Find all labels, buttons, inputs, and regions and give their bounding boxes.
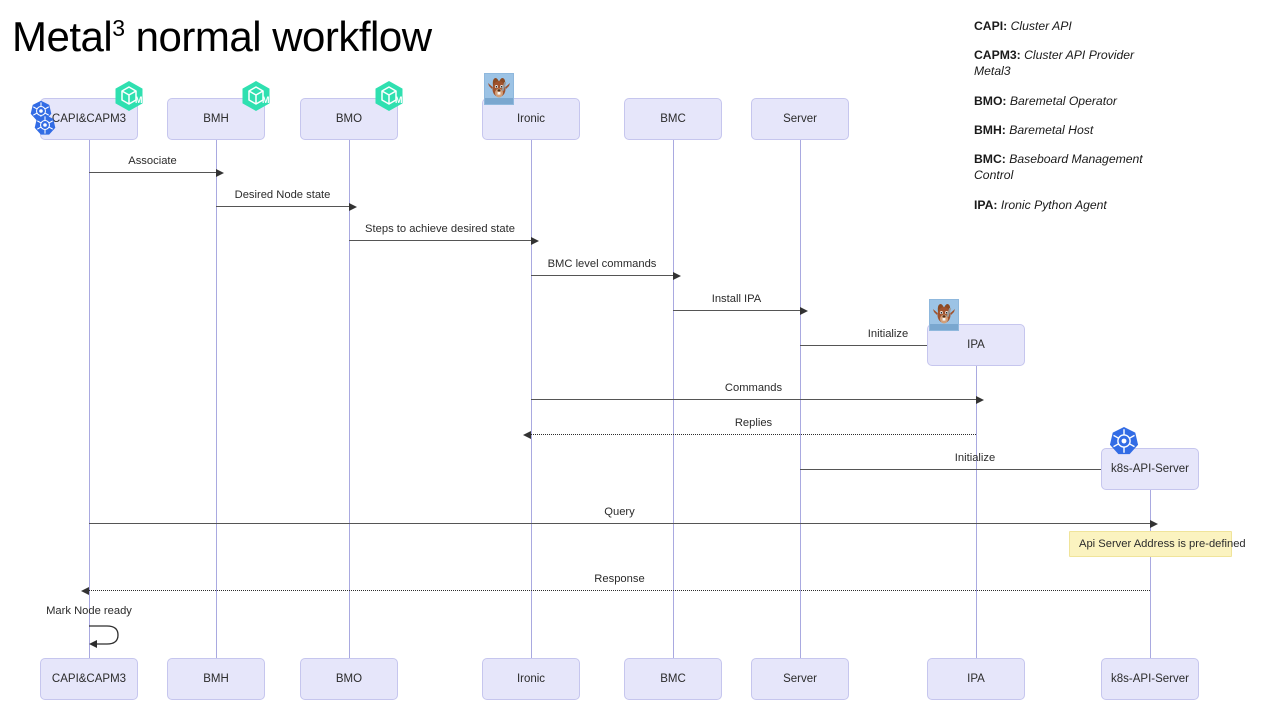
legend-term: BMC: <box>974 152 1006 167</box>
legend-term: CAPI: <box>974 19 1008 33</box>
svg-text:M: M <box>262 95 270 105</box>
participant-label: k8s-API-Server <box>1111 463 1189 475</box>
svg-text:M: M <box>395 95 403 105</box>
participant-box-server-top[interactable]: Server <box>751 98 849 140</box>
page-title-superscript: 3 <box>112 15 125 41</box>
legend-definition: Baremetal Operator <box>1009 93 1117 108</box>
message-label: Response <box>594 573 645 585</box>
participant-label: BMH <box>203 673 229 685</box>
legend-item-capi: CAPI: Cluster API <box>974 18 1154 34</box>
arrowhead-icon <box>531 236 539 245</box>
message-arrow <box>89 168 224 177</box>
arrowhead-icon <box>523 430 531 439</box>
lifeline-bmo <box>349 140 350 658</box>
participant-label: CAPI&CAPM3 <box>51 113 127 125</box>
participant-label: IPA <box>967 673 985 685</box>
message-label: Initialize <box>867 328 909 340</box>
arrowhead-icon <box>673 271 681 280</box>
kubernetes-icon <box>1109 426 1139 456</box>
legend-definition: Baremetal Host <box>1009 122 1094 137</box>
participant-box-bmc-bottom[interactable]: BMC <box>624 658 722 700</box>
svg-text:M: M <box>135 95 143 105</box>
kubernetes-icon <box>34 114 56 136</box>
participant-label: Ironic <box>516 673 546 685</box>
message-label: Commands <box>724 382 783 394</box>
arrowhead-icon <box>976 395 984 404</box>
participant-label: BMC <box>660 673 686 685</box>
message-arrow <box>81 586 1150 595</box>
legend-item-bmo: BMO: Baremetal Operator <box>974 93 1154 109</box>
legend-term: IPA: <box>974 197 998 212</box>
legend-term: BMH: <box>974 122 1006 137</box>
message-arrow <box>523 430 976 439</box>
message-arrow <box>531 271 681 280</box>
arrowhead-icon <box>800 306 808 315</box>
legend: CAPI: Cluster API CAPM3: Cluster API Pro… <box>974 18 1154 226</box>
legend-term: BMO: <box>974 93 1007 108</box>
message-label: Replies <box>734 417 773 429</box>
legend-item-ipa: IPA: Ironic Python Agent <box>974 197 1154 213</box>
message-arrow <box>216 202 357 211</box>
participant-label: IPA <box>967 339 985 351</box>
participant-box-bmo-bottom[interactable]: BMO <box>300 658 398 700</box>
participant-box-server-bottom[interactable]: Server <box>751 658 849 700</box>
message-arrow <box>673 306 808 315</box>
message-arrow <box>800 465 1158 474</box>
arrowhead-icon <box>81 586 89 595</box>
lifeline-ipa <box>976 366 977 658</box>
self-message-label: Mark Node ready <box>46 605 132 617</box>
participant-box-bmh-bottom[interactable]: BMH <box>167 658 265 700</box>
ironic-beaver-icon <box>929 299 959 331</box>
message-arrow <box>531 395 984 404</box>
note-box: Api Server Address is pre-defined <box>1069 531 1246 557</box>
participant-label: BMO <box>335 673 363 685</box>
message-label: Associate <box>128 155 177 167</box>
arrowhead-icon <box>216 168 224 177</box>
legend-item-bmc: BMC: Baseboard Management Control <box>974 151 1154 183</box>
message-label: Query <box>604 506 635 518</box>
message-label: Install IPA <box>711 293 762 305</box>
message-label: Desired Node state <box>234 189 331 201</box>
message-arrow <box>89 519 1158 528</box>
page-title-rest: normal workflow <box>124 13 432 60</box>
message-label: BMC level commands <box>547 258 657 270</box>
legend-term: CAPM3: <box>974 48 1021 63</box>
self-message-loop <box>87 620 127 655</box>
participant-label: CAPI&CAPM3 <box>51 673 127 685</box>
lifeline-capi <box>89 140 90 658</box>
participant-label: BMH <box>203 113 229 125</box>
message-label: Initialize <box>954 452 996 464</box>
participant-label: BMO <box>335 113 363 125</box>
legend-item-capm3: CAPM3: Cluster API Provider Metal3 <box>974 47 1154 79</box>
participant-box-k8s-bottom[interactable]: k8s-API-Server <box>1101 658 1199 700</box>
message-label: Steps to achieve desired state <box>365 223 515 235</box>
metal3-icon: M <box>374 80 404 112</box>
legend-definition: Ironic Python Agent <box>1000 197 1107 212</box>
ironic-beaver-icon <box>484 73 514 105</box>
page-title: Metal3 normal workflow <box>12 16 432 58</box>
metal3-icon: M <box>114 80 144 112</box>
lifeline-k8s <box>1150 490 1151 658</box>
participant-label: BMC <box>660 113 686 125</box>
participant-box-capi-bottom[interactable]: CAPI&CAPM3 <box>40 658 138 700</box>
participant-box-bmc-top[interactable]: BMC <box>624 98 722 140</box>
legend-definition: Cluster API <box>1010 19 1072 33</box>
lifeline-bmh <box>216 140 217 658</box>
page-title-main: Metal <box>12 13 113 60</box>
participant-label: Server <box>783 113 817 125</box>
participant-box-ironic-bottom[interactable]: Ironic <box>482 658 580 700</box>
arrowhead-icon <box>349 202 357 211</box>
participant-label: Server <box>783 673 817 685</box>
metal3-icon: M <box>241 80 271 112</box>
arrowhead-icon <box>1150 519 1158 528</box>
message-arrow <box>349 236 539 245</box>
participant-label: Ironic <box>516 113 546 125</box>
participant-box-ipa-bottom[interactable]: IPA <box>927 658 1025 700</box>
legend-item-bmh: BMH: Baremetal Host <box>974 122 1154 138</box>
participant-label: k8s-API-Server <box>1111 673 1189 685</box>
sequence-diagram-canvas: Metal3 normal workflow CAPI: Cluster API… <box>0 0 1280 720</box>
